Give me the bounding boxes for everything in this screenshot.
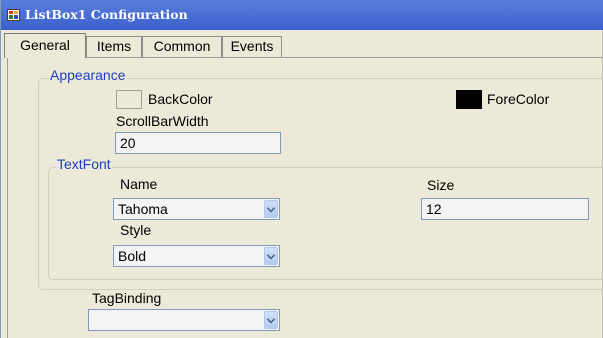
backcolor-label: BackColor xyxy=(148,91,213,107)
general-tab-panel: Appearance BackColor ForeColor ScrollBar… xyxy=(7,57,603,338)
chevron-down-icon[interactable] xyxy=(264,247,278,265)
tab-common[interactable]: Common xyxy=(142,36,222,57)
tagbinding-label: TagBinding xyxy=(92,290,162,306)
tagbinding-select[interactable] xyxy=(88,309,280,331)
font-name-select[interactable]: Tahoma xyxy=(113,198,280,220)
font-size-label: Size xyxy=(427,177,455,193)
font-size-input[interactable]: 12 xyxy=(421,198,589,220)
title-bar[interactable]: ListBox1 Configuration xyxy=(1,0,603,30)
forecolor-swatch[interactable] xyxy=(456,90,482,109)
font-style-label: Style xyxy=(120,222,152,238)
tab-strip: General Items Common Events xyxy=(1,30,603,58)
forecolor-label: ForeColor xyxy=(487,91,550,107)
font-style-value: Bold xyxy=(118,248,147,264)
font-name-value: Tahoma xyxy=(118,201,168,217)
tab-events[interactable]: Events xyxy=(222,36,282,57)
appearance-group-label: Appearance xyxy=(49,67,127,83)
scrollbar-width-label: ScrollBarWidth xyxy=(116,113,209,129)
tab-general[interactable]: General xyxy=(4,33,86,58)
textfont-group-label: TextFont xyxy=(56,156,112,172)
font-style-select[interactable]: Bold xyxy=(113,245,280,267)
app-grid-icon xyxy=(7,9,20,21)
dialog-window: ListBox1 Configuration General Items Com… xyxy=(0,0,603,338)
chevron-down-icon[interactable] xyxy=(264,200,278,218)
scrollbar-width-input[interactable]: 20 xyxy=(115,132,281,154)
backcolor-swatch[interactable] xyxy=(116,90,142,109)
window-title: ListBox1 Configuration xyxy=(25,7,188,22)
tab-items[interactable]: Items xyxy=(86,36,142,57)
font-name-label: Name xyxy=(120,176,158,192)
chevron-down-icon[interactable] xyxy=(264,311,278,329)
